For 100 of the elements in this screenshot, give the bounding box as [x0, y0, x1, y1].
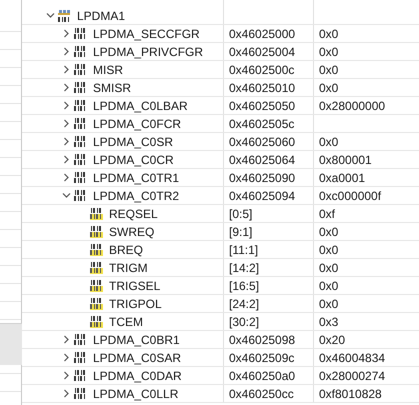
register-value: 0x0 [319, 260, 338, 274]
field-name: TRIGSEL [109, 278, 160, 292]
register-name: LPDMA_C0LLR [93, 386, 178, 400]
register-address: 0x46025064 [229, 152, 296, 166]
register-name: LPDMA_C0SR [93, 134, 174, 148]
register-name: LPDMA_C0BR1 [93, 332, 180, 346]
register-icon [74, 100, 87, 112]
field-name: TRIGM [109, 260, 148, 274]
bit-range: [30:2] [229, 314, 260, 328]
bit-range: [16:5] [229, 278, 260, 292]
register-icon [74, 352, 87, 364]
peripheral-name: LPDMA1 [77, 8, 126, 22]
chevron-down-icon[interactable] [46, 11, 55, 20]
field-name: REQSEL [109, 206, 158, 220]
register-value: 0x0 [319, 44, 338, 58]
bit-range: [14:2] [229, 260, 260, 274]
bit-range: [9:1] [229, 224, 252, 238]
bit-range: [24:2] [229, 296, 260, 310]
register-name: LPDMA_C0DAR [93, 368, 182, 382]
chevron-right-icon[interactable] [62, 119, 71, 128]
register-value: 0xc000000f [319, 188, 382, 202]
register-address: 0x46025000 [229, 26, 296, 40]
register-name: LPDMA_C0CR [93, 152, 174, 166]
register-address: 0x46025004 [229, 44, 296, 58]
register-address: 0x46025060 [229, 134, 296, 148]
register-value: 0x0 [319, 80, 338, 94]
register-icon [74, 118, 87, 130]
register-icon [74, 82, 87, 94]
register-value: 0x28000000 [319, 98, 386, 112]
register-value: 0xa0001 [319, 170, 366, 184]
chevron-right-icon[interactable] [62, 101, 71, 110]
register-icon [74, 190, 87, 202]
register-value: 0x28000274 [319, 368, 386, 382]
register-address: 0x46025090 [229, 170, 296, 184]
register-name: LPDMA_PRIVCFGR [93, 44, 204, 58]
field-name: BREQ [109, 242, 144, 256]
chevron-right-icon[interactable] [62, 47, 71, 56]
register-value: 0x0 [319, 296, 338, 310]
register-icon [74, 64, 87, 76]
register-address: 0x46025010 [229, 80, 296, 94]
bit-range: [0:5] [229, 206, 252, 220]
register-icon [74, 388, 87, 400]
register-value: 0x0 [319, 26, 338, 40]
chevron-right-icon[interactable] [62, 173, 71, 182]
chevron-right-icon[interactable] [62, 155, 71, 164]
register-name: LPDMA_SECCFGR [93, 26, 200, 40]
chevron-right-icon[interactable] [62, 65, 71, 74]
register-name: LPDMA_C0TR2 [93, 188, 180, 202]
register-icon [74, 172, 87, 184]
field-icon [90, 316, 103, 328]
chevron-right-icon[interactable] [62, 29, 71, 38]
register-icon [74, 46, 87, 58]
field-name: TCEM [109, 314, 143, 328]
register-value: 0xf [319, 206, 336, 220]
chevron-right-icon[interactable] [62, 137, 71, 146]
register-value: 0x0 [319, 242, 338, 256]
field-icon [90, 262, 103, 274]
register-value: 0x20 [319, 332, 346, 346]
register-name: LPDMA_C0LBAR [93, 98, 188, 112]
register-name: LPDMA_C0SAR [93, 350, 182, 364]
chevron-right-icon[interactable] [62, 353, 71, 362]
register-address: 0x460250a0 [229, 368, 296, 382]
chevron-right-icon[interactable] [62, 371, 71, 380]
chevron-right-icon[interactable] [62, 389, 71, 398]
chevron-right-icon[interactable] [62, 335, 71, 344]
register-name: LPDMA_C0FCR [93, 116, 182, 130]
register-value: 0x3 [319, 314, 338, 328]
register-value: 0x0 [319, 278, 338, 292]
register-address: 0x4602509c [229, 350, 294, 364]
register-icon [74, 136, 87, 148]
register-icon [74, 154, 87, 166]
register-value: 0x0 [319, 134, 338, 148]
register-name: MISR [93, 62, 123, 76]
register-address: 0x4602505c [229, 116, 294, 130]
register-address: 0x46025050 [229, 98, 296, 112]
field-icon [90, 244, 103, 256]
register-value: 0xf8010828 [319, 386, 382, 400]
register-address: 0x46025094 [229, 188, 296, 202]
register-address: 0x460250cc [229, 386, 294, 400]
bit-range: [11:1] [229, 242, 258, 256]
register-name: LPDMA_C0TR1 [93, 170, 180, 184]
register-value: 0x800001 [319, 152, 372, 166]
field-name: TRIGPOL [109, 296, 162, 310]
field-icon [90, 280, 103, 292]
chevron-right-icon[interactable] [62, 83, 71, 92]
register-address: 0x4602500c [229, 62, 294, 76]
register-icon [74, 28, 87, 40]
peripheral-icon [58, 10, 71, 22]
field-icon [90, 298, 103, 310]
field-icon [90, 208, 103, 220]
register-address: 0x46025098 [229, 332, 296, 346]
register-value: 0x0 [319, 62, 338, 76]
register-value: 0x46004834 [319, 350, 386, 364]
field-name: SWREQ [109, 224, 154, 238]
chevron-down-icon[interactable] [62, 191, 71, 200]
register-icon [74, 370, 87, 382]
register-icon [74, 334, 87, 346]
field-icon [90, 226, 103, 238]
register-value: 0x0 [319, 224, 338, 238]
register-name: SMISR [93, 80, 132, 94]
